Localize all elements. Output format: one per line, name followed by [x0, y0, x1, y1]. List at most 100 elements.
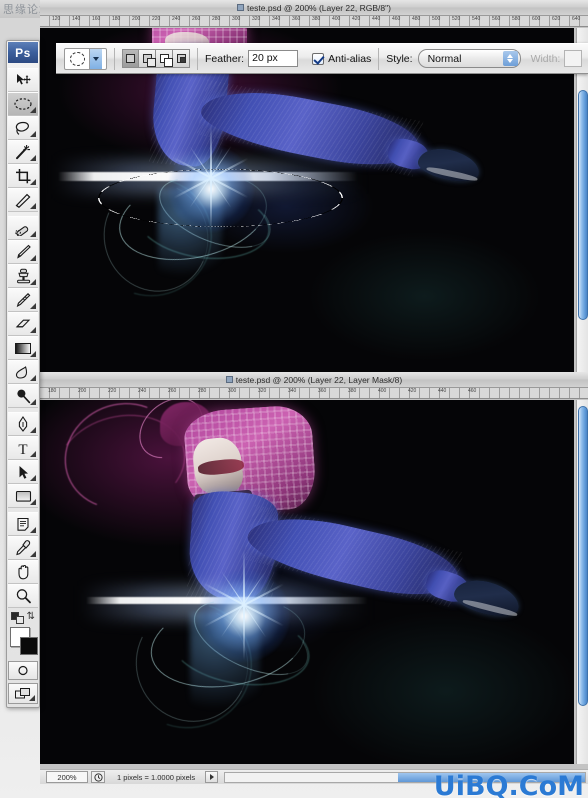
magic-wand-tool[interactable] [8, 140, 38, 164]
anti-alias-checkbox[interactable] [312, 52, 325, 65]
ruler-tick-label: 460 [392, 16, 401, 22]
width-label: Width: [530, 52, 561, 65]
ruler-tick-label: 280 [198, 388, 207, 394]
dodge-tool[interactable] [8, 384, 38, 408]
document-window-2[interactable]: teste.psd @ 200% (Layer 22, Layer Mask/8… [40, 372, 588, 772]
eyedropper-tool[interactable] [8, 536, 38, 560]
blur-tool[interactable] [8, 360, 38, 384]
blur-tool-icon [15, 366, 28, 379]
dodge-tool-icon [16, 389, 30, 404]
document-2-canvas[interactable] [40, 400, 574, 764]
ruler-tick-label: 620 [552, 16, 561, 22]
ruler-tick-label: 440 [438, 388, 447, 394]
background-color-chip[interactable] [20, 637, 38, 655]
document-2-horizontal-ruler[interactable]: 180 200 220 240 260 280 300 320 340 360 … [40, 388, 588, 399]
tool-options-bar[interactable]: Feather: 20 px Anti-alias Style: Normal … [56, 43, 588, 74]
ruler-tick-label: 300 [232, 16, 241, 22]
ruler-tick-label: 540 [472, 16, 481, 22]
scale-info-text: 1 pixels = 1.0000 pixels [117, 772, 196, 782]
document-1-title-bar[interactable]: teste.psd @ 200% (Layer 22, RGB/8") [40, 0, 588, 16]
quick-mask-row[interactable] [7, 661, 39, 680]
chevron-down-icon[interactable] [89, 48, 102, 69]
feather-input[interactable]: 20 px [248, 50, 299, 67]
divider [114, 47, 115, 70]
color-swap-row[interactable]: ⇅ [7, 610, 39, 626]
photoshop-logo: Ps [8, 42, 38, 63]
type-tool-icon: T [18, 442, 27, 456]
document-2-vertical-scrollbar[interactable] [576, 400, 588, 764]
style-selected-value: Normal [427, 52, 462, 65]
hand-tool-icon [17, 564, 28, 580]
standard-mode-button[interactable] [8, 661, 38, 680]
lasso-tool[interactable] [8, 116, 38, 140]
ruler-tick-label: 360 [318, 388, 327, 394]
ruler-tick-label: 600 [532, 16, 541, 22]
selection-mode-group[interactable] [122, 49, 190, 68]
rectangle-shape-tool[interactable] [8, 484, 38, 508]
bottom-watermark: UiBQ.CoM [433, 771, 584, 798]
zoom-level-field[interactable]: 200% [46, 771, 88, 783]
intersect-with-selection-button[interactable] [173, 49, 190, 68]
hand-tool[interactable] [8, 560, 38, 584]
healing-brush-icon [15, 226, 29, 236]
status-menu-button[interactable] [205, 771, 219, 783]
ruler-tick-label: 320 [252, 16, 261, 22]
document-1-horizontal-ruler[interactable]: 120 140 160 180 200 220 240 260 280 300 … [40, 16, 588, 27]
ruler-tick-label: 180 [112, 16, 121, 22]
ruler-tick-label: 460 [468, 388, 477, 394]
document-info-icon[interactable] [91, 771, 105, 783]
move-tool[interactable] [8, 68, 38, 92]
healing-brush-tool[interactable] [8, 216, 38, 240]
scrollbar-thumb[interactable] [578, 406, 588, 706]
elliptical-marquee-tool[interactable] [8, 92, 38, 116]
style-dropdown[interactable]: Normal [417, 49, 521, 68]
document-2-title: teste.psd @ 200% (Layer 22, Layer Mask/8… [235, 374, 403, 385]
ruler-tick-label: 120 [52, 16, 61, 22]
pen-tool[interactable] [8, 412, 38, 436]
feather-label: Feather: [205, 52, 245, 65]
document-1-vertical-scrollbar[interactable] [576, 28, 588, 372]
clone-stamp-tool[interactable] [8, 264, 38, 288]
tool-preset-picker[interactable] [64, 47, 107, 70]
swap-colors-icon[interactable]: ⇅ [27, 612, 35, 622]
notes-tool[interactable] [8, 512, 38, 536]
artwork-image-1 [40, 28, 574, 372]
clock-icon [93, 772, 103, 782]
history-brush-tool[interactable] [8, 288, 38, 312]
eraser-tool-icon [15, 319, 31, 328]
ruler-tick-label: 140 [72, 16, 81, 22]
ruler-tick-label: 360 [292, 16, 301, 22]
eraser-tool[interactable] [8, 312, 38, 336]
document-1-title: teste.psd @ 200% (Layer 22, RGB/8") [247, 2, 391, 13]
ruler-tick-label: 240 [138, 388, 147, 394]
subtract-from-selection-button[interactable] [156, 49, 173, 68]
new-selection-button[interactable] [122, 49, 139, 68]
ruler-tick-label: 240 [172, 16, 181, 22]
gradient-tool[interactable] [8, 336, 38, 360]
scrollbar-thumb[interactable] [578, 90, 588, 320]
crop-tool-icon [15, 169, 30, 184]
photoshop-window: 思缘论坛 设计师的网上家园 WWW.16SYUAN.COM teste.psd … [0, 0, 588, 798]
tools-palette[interactable]: Ps T ⇅ [6, 40, 40, 708]
eyedropper-icon [15, 540, 30, 556]
ruler-tick-label: 380 [348, 388, 357, 394]
document-2-title-bar[interactable]: teste.psd @ 200% (Layer 22, Layer Mask/8… [40, 372, 588, 388]
path-selection-tool[interactable] [8, 460, 38, 484]
slice-tool[interactable] [8, 188, 38, 212]
path-selection-icon [19, 465, 28, 479]
color-chips[interactable] [7, 626, 39, 658]
document-1-canvas[interactable]: BBS.16XX8. COM [40, 28, 574, 372]
anti-alias-label: Anti-alias [328, 52, 372, 65]
elliptical-selection-marquee[interactable] [98, 169, 343, 227]
magic-wand-icon [16, 145, 30, 160]
screen-mode-button[interactable] [8, 683, 38, 704]
ruler-tick-label: 420 [408, 388, 417, 394]
anti-alias-checkbox-row[interactable]: Anti-alias [312, 52, 372, 65]
chevron-updown-icon[interactable] [502, 51, 518, 66]
brush-tool[interactable] [8, 240, 38, 264]
zoom-tool[interactable] [8, 584, 38, 608]
add-to-selection-button[interactable] [139, 49, 156, 68]
crop-tool[interactable] [8, 164, 38, 188]
intersect-with-selection-icon [176, 54, 186, 63]
type-tool[interactable]: T [8, 436, 38, 460]
